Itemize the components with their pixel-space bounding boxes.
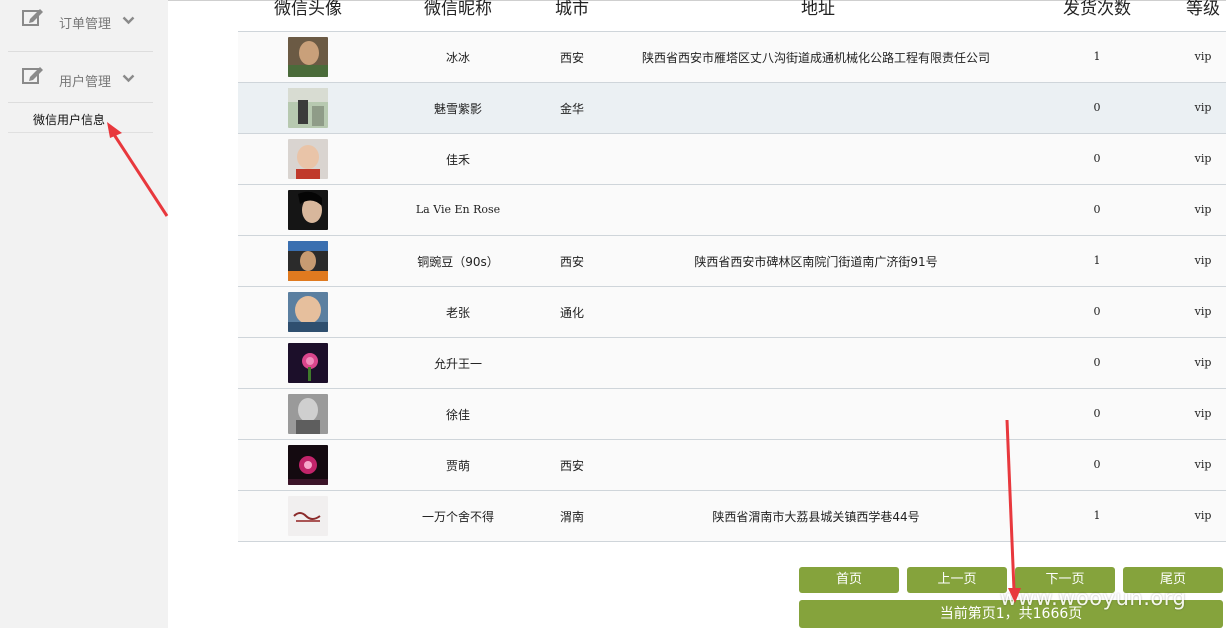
cell-address: 陕西省西安市雁塔区丈八沟街道成通机械化公路工程有限责任公司 [641,51,991,65]
cell-city: 通化 [559,306,585,320]
cell-nickname: 老张 [445,306,471,320]
cell-shipments: 1 [1093,509,1101,522]
header-nickname: 微信昵称 [424,0,492,19]
page: 订单管理 用户管理 微信用户信息 微信头像 微信昵称 城市 地址 发货次数 等级… [0,0,1226,628]
cell-level: vip [1194,152,1212,165]
avatar [288,241,328,281]
cell-city: 金华 [559,102,585,116]
avatar [288,292,328,332]
avatar [288,496,328,536]
table-row[interactable]: 冰冰 西安 陕西省西安市雁塔区丈八沟街道成通机械化公路工程有限责任公司 1 vi… [238,32,1226,83]
cell-shipments: 0 [1093,152,1101,165]
avatar [288,37,328,77]
avatar [288,394,328,434]
cell-shipments: 0 [1093,407,1101,420]
table-row[interactable]: 贾萌 西安 0 vip [238,440,1226,491]
menu-group-users[interactable]: 用户管理 [8,52,153,103]
cell-city: 西安 [559,51,585,65]
header-address: 地址 [801,0,835,19]
cell-level: vip [1194,254,1212,267]
cell-address: 陕西省西安市碑林区南院门街道南广济街91号 [694,255,938,269]
cell-level: vip [1194,101,1212,114]
chevron-down-icon [122,74,135,83]
cell-shipments: 0 [1093,305,1101,318]
cell-level: vip [1194,509,1212,522]
table-row[interactable]: La Vie En Rose 0 vip [238,185,1226,236]
cell-nickname: 铜豌豆（90s） [417,255,499,269]
menu-label-users: 用户管理 [59,75,112,90]
menu-head-orders[interactable]: 订单管理 [8,0,153,50]
cell-nickname: 允升王一 [433,357,483,371]
cell-level: vip [1194,203,1212,216]
table-row[interactable]: 徐佳 0 vip [238,389,1226,440]
cell-level: vip [1194,356,1212,369]
table-row[interactable]: 允升王一 0 vip [238,338,1226,389]
cell-nickname: 贾萌 [445,459,471,473]
cell-city: 渭南 [559,510,585,524]
edit-icon [22,9,43,26]
avatar [288,445,328,485]
cell-nickname: 徐佳 [445,408,471,422]
menu-label-orders: 订单管理 [59,17,112,32]
sidebar: 订单管理 用户管理 微信用户信息 [0,0,168,628]
cell-shipments: 0 [1093,356,1101,369]
cell-shipments: 1 [1093,50,1101,63]
avatar [288,139,328,179]
table-row[interactable]: 老张 通化 0 vip [238,287,1226,338]
edit-icon [22,67,43,84]
cell-nickname: 魅雪紫影 [433,102,483,116]
header-level: 等级 [1186,0,1220,19]
cell-shipments: 0 [1093,101,1101,114]
cell-city: 西安 [559,459,585,473]
submenu-label: 微信用户信息 [33,113,106,127]
avatar [288,343,328,383]
header-avatar: 微信头像 [274,0,342,19]
cell-level: vip [1194,305,1212,318]
cell-nickname: 佳禾 [445,153,471,167]
cell-shipments: 0 [1093,458,1101,471]
chevron-down-icon [122,16,135,25]
avatar [288,88,328,128]
watermark: www.wooyun.org [1000,586,1187,610]
cell-nickname: 一万个舍不得 [421,510,495,524]
cell-level: vip [1194,50,1212,63]
menu-head-users[interactable]: 用户管理 [8,52,153,102]
table-header: 微信头像 微信昵称 城市 地址 发货次数 等级 [238,0,1226,22]
table-row[interactable]: 一万个舍不得 渭南 陕西省渭南市大荔县城关镇西学巷44号 1 vip [238,491,1226,542]
cell-level: vip [1194,407,1212,420]
cell-shipments: 1 [1093,254,1101,267]
cell-shipments: 0 [1093,203,1101,216]
first-page-button[interactable]: 首页 [799,567,899,593]
cell-nickname: 冰冰 [445,51,471,65]
submenu-item-wechat-users[interactable]: 微信用户信息 [8,103,153,133]
table-row[interactable]: 铜豌豆（90s） 西安 陕西省西安市碑林区南院门街道南广济街91号 1 vip [238,236,1226,287]
table-row[interactable]: 佳禾 0 vip [238,134,1226,185]
prev-page-button[interactable]: 上一页 [907,567,1007,593]
avatar [288,190,328,230]
menu-group-orders[interactable]: 订单管理 [8,0,153,52]
cell-city: 西安 [559,255,585,269]
table-row[interactable]: 魅雪紫影 金华 0 vip [238,83,1226,134]
cell-address: 陕西省渭南市大荔县城关镇西学巷44号 [712,510,920,524]
header-city: 城市 [555,0,589,19]
cell-nickname: La Vie En Rose [415,203,501,216]
header-shipments: 发货次数 [1063,0,1131,19]
cell-level: vip [1194,458,1212,471]
